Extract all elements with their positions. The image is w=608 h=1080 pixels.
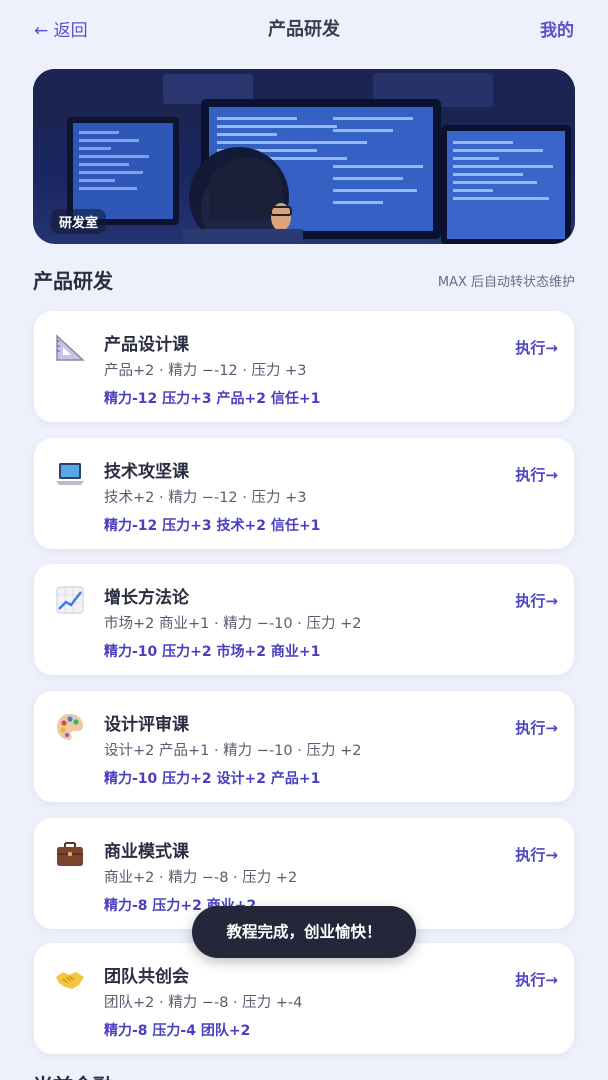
- banner-tag: 研发室: [51, 209, 107, 234]
- course-effect: 精力-10 压力+2 市场+2 商业+1: [104, 644, 321, 660]
- course-name: 产品设计课: [104, 335, 189, 355]
- course-name: 团队共创会: [104, 967, 189, 987]
- next-section-title: 当前金融: [33, 1070, 113, 1080]
- course-desc: 团队+2 · 精力 −-8 · 压力 +-4: [104, 995, 303, 1011]
- course-card-team: 团队共创会 团队+2 · 精力 −-8 · 压力 +-4 精力-8 压力-4 团…: [34, 943, 574, 1054]
- course-card-design-review: 设计评审课 设计+2 产品+1 · 精力 −-10 · 压力 +2 精力-10 …: [34, 691, 574, 802]
- laptop-icon: [56, 463, 84, 485]
- course-desc: 产品+2 · 精力 −-12 · 压力 +3: [104, 363, 307, 379]
- chart-increasing-icon: [56, 586, 84, 614]
- execute-button[interactable]: 执行→: [515, 590, 558, 611]
- palette-icon: [57, 714, 83, 740]
- toast-message: 教程完成，创业愉快！: [192, 906, 416, 958]
- course-desc: 商业+2 · 精力 −-8 · 压力 +2: [104, 870, 298, 886]
- page-title: 产品研发: [268, 19, 340, 40]
- course-desc: 市场+2 商业+1 · 精力 −-10 · 压力 +2: [104, 616, 362, 632]
- section-title: 产品研发: [33, 269, 113, 293]
- course-effect: 精力-12 压力+3 产品+2 信任+1: [104, 391, 321, 407]
- course-card-tech: 技术攻坚课 技术+2 · 精力 −-12 · 压力 +3 精力-12 压力+3 …: [34, 438, 574, 549]
- execute-button[interactable]: 执行→: [515, 464, 558, 485]
- triangle-ruler-icon: [56, 334, 85, 361]
- course-name: 增长方法论: [104, 588, 189, 608]
- course-name: 设计评审课: [104, 715, 189, 735]
- course-name: 技术攻坚课: [104, 462, 189, 482]
- developer-workstation-illustration: [33, 69, 575, 244]
- course-effect: 精力-8 压力-4 团队+2: [104, 1023, 251, 1039]
- course-effect: 精力-12 压力+3 技术+2 信任+1: [104, 518, 321, 534]
- course-card-product-design: 产品设计课 产品+2 · 精力 −-12 · 压力 +3 精力-12 压力+3 …: [34, 311, 574, 422]
- execute-button[interactable]: 执行→: [515, 844, 558, 865]
- execute-button[interactable]: 执行→: [515, 717, 558, 738]
- lab-banner-image: 研发室: [33, 69, 575, 244]
- top-bar: ← 返回 产品研发 我的: [0, 0, 608, 56]
- section-note: MAX 后自动转状态维护: [437, 275, 575, 290]
- course-card-growth: 增长方法论 市场+2 商业+1 · 精力 −-10 · 压力 +2 精力-10 …: [34, 564, 574, 675]
- course-desc: 设计+2 产品+1 · 精力 −-10 · 压力 +2: [104, 743, 362, 759]
- handshake-icon: [56, 972, 84, 989]
- briefcase-icon: [57, 842, 83, 866]
- course-name: 商业模式课: [104, 842, 189, 862]
- execute-button[interactable]: 执行→: [515, 337, 558, 358]
- mine-button[interactable]: 我的: [540, 16, 574, 41]
- course-desc: 技术+2 · 精力 −-12 · 压力 +3: [104, 490, 307, 506]
- course-effect: 精力-10 压力+2 设计+2 产品+1: [104, 771, 321, 787]
- execute-button[interactable]: 执行→: [515, 969, 558, 990]
